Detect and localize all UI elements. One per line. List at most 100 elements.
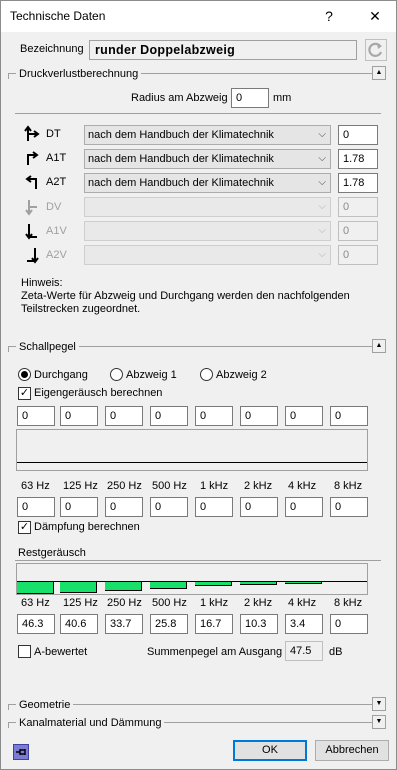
- a2v-label: A2V: [46, 249, 67, 261]
- a2v-value[interactable]: 0: [338, 245, 378, 265]
- a1v-label: A1V: [46, 225, 67, 237]
- window-title: Technische Daten: [10, 9, 106, 23]
- eigen-top-value-7[interactable]: 0: [330, 406, 368, 426]
- druckverlust-title: Druckverlustberechnung: [16, 67, 142, 81]
- chevron-down-icon: ⌵: [318, 225, 326, 236]
- eigen-top-value-3[interactable]: 0: [150, 406, 188, 426]
- radius-input[interactable]: 0: [231, 88, 269, 108]
- geometrie-title: Geometrie: [16, 698, 74, 712]
- rest-bar: [17, 582, 54, 594]
- frequency-label: 250 Hz: [107, 597, 142, 609]
- a-bewertet-checkbox[interactable]: [18, 645, 31, 658]
- a1t-select-value: nach dem Handbuch der Klimatechnik: [88, 153, 274, 165]
- geometrie-expand-button[interactable]: ▼: [372, 697, 386, 711]
- rest-bar: [150, 582, 187, 589]
- chevron-down-icon: ⌵: [318, 201, 326, 212]
- a2v-select[interactable]: ⌵: [84, 245, 331, 265]
- frequency-label: 4 kHz: [288, 597, 317, 609]
- rest-value-2[interactable]: 33.7: [105, 614, 143, 634]
- kanalmaterial-expand-button[interactable]: ▼: [372, 715, 386, 729]
- radio-durchgang[interactable]: [18, 368, 31, 381]
- radio-abzweig-2-label: Abzweig 2: [216, 369, 267, 381]
- frequency-label: 2 kHz: [244, 480, 273, 492]
- a2t-select-value: nach dem Handbuch der Klimatechnik: [88, 177, 274, 189]
- rest-value-7[interactable]: 0: [330, 614, 368, 634]
- rest-value-0[interactable]: 46.3: [17, 614, 55, 634]
- a2v-arrow-icon: [27, 248, 39, 264]
- eigen-bottom-value-2[interactable]: 0: [105, 497, 143, 517]
- ok-button[interactable]: OK: [233, 740, 307, 761]
- eigen-top-value-5[interactable]: 0: [240, 406, 278, 426]
- eigen-top-value-2[interactable]: 0: [105, 406, 143, 426]
- hint-line: Hinweis:: [21, 277, 63, 289]
- a1v-value[interactable]: 0: [338, 221, 378, 241]
- a2t-select[interactable]: nach dem Handbuch der Klimatechnik ⌵: [84, 173, 331, 193]
- divider: [15, 560, 381, 561]
- a1t-value[interactable]: 1.78: [338, 149, 378, 169]
- eigen-bottom-value-6[interactable]: 0: [285, 497, 323, 517]
- radio-abzweig-1[interactable]: [110, 368, 123, 381]
- a2t-value[interactable]: 1.78: [338, 173, 378, 193]
- rest-value-4[interactable]: 16.7: [195, 614, 233, 634]
- daempfung-checkbox[interactable]: ✓: [18, 521, 31, 534]
- bezeichnung-label: Bezeichnung: [20, 43, 84, 55]
- close-button[interactable]: ✕: [355, 1, 395, 32]
- daempfung-label: Dämpfung berechnen: [34, 521, 140, 533]
- eigen-top-value-6[interactable]: 0: [285, 406, 323, 426]
- refresh-button[interactable]: [365, 39, 387, 61]
- frequency-label: 500 Hz: [152, 480, 187, 492]
- divider: [15, 113, 381, 114]
- pin-button[interactable]: [13, 744, 29, 760]
- schallpegel-header: Schallpegel ▲: [8, 339, 386, 360]
- eigen-top-value-1[interactable]: 0: [60, 406, 98, 426]
- eigen-top-value-0[interactable]: 0: [17, 406, 55, 426]
- summe-label: Summenpegel am Ausgang: [147, 646, 283, 658]
- schallpegel-collapse-button[interactable]: ▲: [372, 339, 386, 353]
- eigen-bottom-value-4[interactable]: 0: [195, 497, 233, 517]
- rest-top-line: [17, 581, 367, 582]
- eigen-bottom-value-0[interactable]: 0: [17, 497, 55, 517]
- frequency-label: 500 Hz: [152, 597, 187, 609]
- rest-value-5[interactable]: 10.3: [240, 614, 278, 634]
- rest-value-3[interactable]: 25.8: [150, 614, 188, 634]
- schallpegel-title: Schallpegel: [16, 340, 79, 354]
- eigen-checkbox[interactable]: ✓: [18, 387, 31, 400]
- radius-label: Radius am Abzweig: [131, 92, 228, 104]
- a1t-label: A1T: [46, 152, 67, 164]
- abzweig2-arrow-icon: [25, 175, 37, 189]
- dv-value[interactable]: 0: [338, 197, 378, 217]
- eigen-top-value-4[interactable]: 0: [195, 406, 233, 426]
- eigen-bottom-value-1[interactable]: 0: [60, 497, 98, 517]
- a-bewertet-label: A-bewertet: [34, 646, 88, 658]
- eigen-bottom-value-5[interactable]: 0: [240, 497, 278, 517]
- help-button[interactable]: ?: [309, 1, 349, 32]
- rest-value-6[interactable]: 3.4: [285, 614, 323, 634]
- rest-bar: [285, 582, 322, 584]
- frequency-label: 4 kHz: [288, 480, 317, 492]
- summe-value[interactable]: 47.5: [285, 641, 323, 661]
- eigen-bottom-value-7[interactable]: 0: [330, 497, 368, 517]
- summe-unit: dB: [329, 646, 343, 658]
- title-bar: Technische Daten ? ✕: [1, 1, 396, 32]
- frequency-label: 125 Hz: [63, 597, 98, 609]
- pin-icon: [16, 749, 26, 755]
- a1v-select[interactable]: ⌵: [84, 221, 331, 241]
- a1t-select[interactable]: nach dem Handbuch der Klimatechnik ⌵: [84, 149, 331, 169]
- frequency-label: 250 Hz: [107, 480, 142, 492]
- kanalmaterial-header[interactable]: Kanalmaterial und Dämmung ▼: [8, 715, 386, 736]
- dt-select[interactable]: nach dem Handbuch der Klimatechnik ⌵: [84, 125, 331, 145]
- dialog-window: Technische Daten ? ✕ Bezeichnung runder …: [0, 0, 397, 770]
- dv-select[interactable]: ⌵: [84, 197, 331, 217]
- bezeichnung-field[interactable]: runder Doppelabzweig: [89, 40, 357, 60]
- radius-unit: mm: [273, 92, 292, 104]
- chevron-down-icon: ⌵: [318, 129, 326, 140]
- dt-value[interactable]: 0: [338, 125, 378, 145]
- radio-abzweig-2[interactable]: [200, 368, 213, 381]
- eigen-bottom-value-3[interactable]: 0: [150, 497, 188, 517]
- chevron-down-icon: ⌵: [318, 249, 326, 260]
- cancel-button[interactable]: Abbrechen: [315, 740, 389, 761]
- durchgang-arrow-icon: [24, 125, 40, 141]
- rest-value-1[interactable]: 40.6: [60, 614, 98, 634]
- druckverlust-collapse-button[interactable]: ▲: [372, 66, 386, 80]
- frequency-label: 125 Hz: [63, 480, 98, 492]
